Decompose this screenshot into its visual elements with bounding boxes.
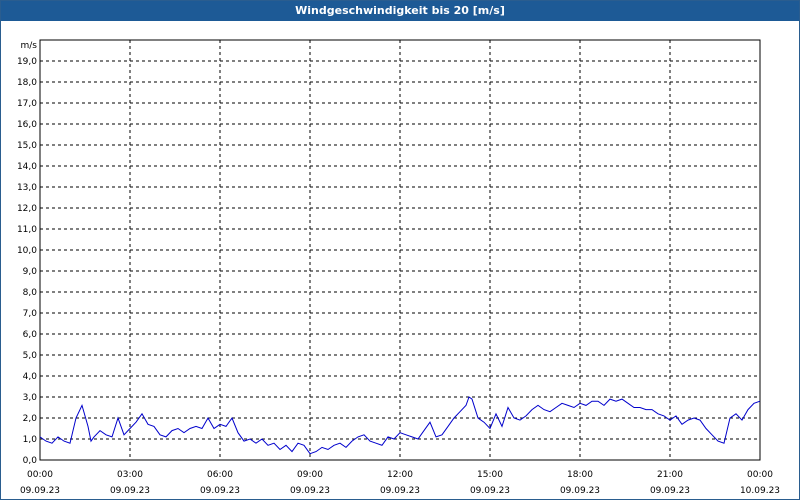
y-tick-label: 0,0 [23, 456, 38, 466]
y-tick-label: 15,0 [17, 141, 37, 151]
x-tick-time-label: 21:00 [657, 470, 683, 480]
y-tick-label: 11,0 [17, 225, 37, 235]
x-tick-date-label: 09.09.23 [200, 486, 240, 496]
x-tick-date-label: 09.09.23 [290, 486, 330, 496]
x-tick-time-label: 03:00 [117, 470, 143, 480]
y-tick-label: 12,0 [17, 204, 37, 214]
y-tick-label: 9,0 [23, 267, 38, 277]
y-tick-label: 13,0 [17, 183, 37, 193]
x-tick-date-label: 09.09.23 [20, 486, 60, 496]
x-axis-ticks: 00:00 09.09.23 03:00 09.09.23 06:00 09.09.23 0… [20, 470, 780, 496]
x-tick-date-label: 10.09.23 [740, 486, 780, 496]
y-tick-label: 17,0 [17, 99, 37, 109]
y-tick-label: 16,0 [17, 120, 37, 130]
y-tick-label: 1,0 [23, 435, 38, 445]
x-tick-time-label: 12:00 [387, 470, 413, 480]
grid [40, 40, 760, 460]
x-tick-time-label: 00:00 [747, 470, 773, 480]
x-tick-time-label: 09:00 [297, 470, 323, 480]
y-tick-label: 3,0 [23, 393, 38, 403]
y-tick-label: 5,0 [23, 351, 38, 361]
y-axis-label: m/s [21, 41, 38, 51]
y-tick-label: 10,0 [17, 246, 37, 256]
y-tick-label: 19,0 [17, 57, 37, 67]
x-tick-date-label: 09.09.23 [380, 486, 420, 496]
y-axis-ticks: 0,0 1,0 2,0 3,0 4,0 5,0 6,0 7,0 8,0 9,0 10,0 11,0 12… [17, 57, 37, 466]
x-tick-time-label: 06:00 [207, 470, 233, 480]
x-tick-date-label: 09.09.23 [650, 486, 690, 496]
x-tick-date-label: 09.09.23 [470, 486, 510, 496]
x-tick-time-label: 00:00 [27, 470, 53, 480]
y-tick-label: 7,0 [23, 309, 38, 319]
x-tick-date-label: 09.09.23 [110, 486, 150, 496]
y-tick-label: 6,0 [23, 330, 38, 340]
y-tick-label: 14,0 [17, 162, 37, 172]
y-tick-label: 2,0 [23, 414, 38, 424]
y-tick-label: 4,0 [23, 372, 38, 382]
x-tick-date-label: 09.09.23 [560, 486, 600, 496]
y-tick-label: 18,0 [17, 78, 37, 88]
y-tick-label: 8,0 [23, 288, 38, 298]
x-tick-time-label: 15:00 [477, 470, 503, 480]
x-tick-time-label: 18:00 [567, 470, 593, 480]
wind-speed-chart: 0,0 1,0 2,0 3,0 4,0 5,0 6,0 7,0 8,0 9,0 10,0 11,0 12… [17, 39, 780, 496]
